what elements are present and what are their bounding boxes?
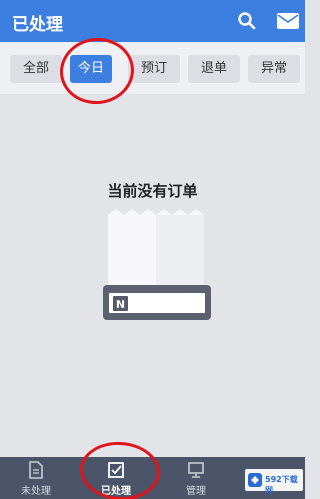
bottom-tab-bar: 未处理 已处理 管理 592下载网 — [0, 457, 305, 499]
empty-order-illustration: N — [103, 209, 211, 320]
filter-reserved[interactable]: 预订 — [128, 55, 180, 83]
search-icon[interactable] — [237, 11, 257, 31]
filter-bar: 全部 今日 预订 退单 异常 — [0, 42, 305, 94]
tab-label: 已处理 — [101, 486, 131, 497]
tab-processed[interactable]: 已处理 — [86, 457, 146, 499]
tab-label: 管理 — [186, 486, 206, 497]
checked-document-icon — [108, 462, 124, 478]
filter-all[interactable]: 全部 — [10, 55, 62, 83]
site-logo-icon — [248, 473, 262, 487]
document-icon — [29, 461, 43, 479]
badge-letter: N — [116, 298, 125, 311]
app-header: 已处理 — [0, 0, 305, 42]
monitor-icon — [188, 462, 204, 478]
watermark-text: 592下载网 — [265, 475, 298, 495]
watermark: 592下载网 — [245, 469, 303, 495]
page-title: 已处理 — [12, 15, 63, 35]
filter-today[interactable]: 今日 — [70, 55, 112, 83]
empty-message: 当前没有订单 — [107, 182, 198, 200]
tab-label: 未处理 — [21, 486, 51, 497]
filter-refund[interactable]: 退单 — [188, 55, 240, 83]
message-icon[interactable] — [276, 12, 300, 30]
tab-manage[interactable]: 管理 — [166, 457, 226, 499]
filter-abnormal[interactable]: 异常 — [248, 55, 300, 83]
tab-unprocessed[interactable]: 未处理 — [6, 457, 66, 499]
